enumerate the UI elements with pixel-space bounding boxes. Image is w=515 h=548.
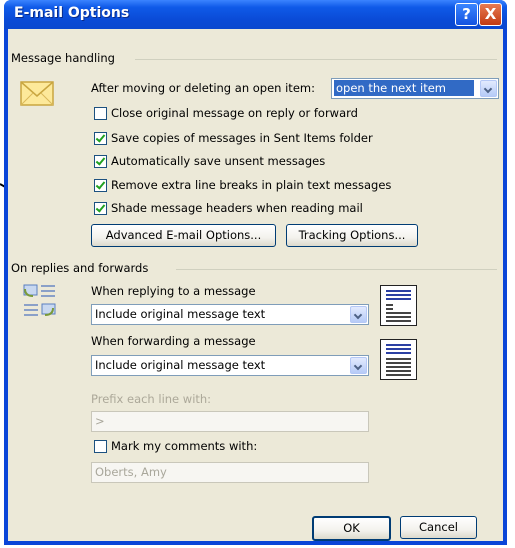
message-handling-divider xyxy=(135,59,497,60)
email-options-dialog: E-mail Options ? X Message handling Afte… xyxy=(4,0,507,545)
remove-line-breaks-checkbox[interactable] xyxy=(94,179,107,192)
prefix-input[interactable]: > xyxy=(91,411,369,432)
replying-value: Include original message text xyxy=(95,307,266,321)
help-button[interactable]: ? xyxy=(455,3,478,26)
cancel-button[interactable]: Cancel xyxy=(400,516,477,539)
tracking-options-button[interactable]: Tracking Options... xyxy=(286,224,418,247)
reply-preview-icon xyxy=(380,285,417,326)
replying-label: When replying to a message xyxy=(91,284,256,298)
ok-button[interactable]: OK xyxy=(312,516,391,541)
after-moving-select[interactable]: open the next item xyxy=(331,78,499,99)
message-handling-header: Message handling xyxy=(11,51,115,65)
close-original-checkbox[interactable] xyxy=(94,107,107,120)
auto-save-checkbox[interactable] xyxy=(94,155,107,168)
replies-divider xyxy=(176,269,497,270)
shade-headers-label: Shade message headers when reading mail xyxy=(111,201,363,215)
replying-select[interactable]: Include original message text xyxy=(91,304,369,325)
prefix-label: Prefix each line with: xyxy=(91,392,212,406)
auto-save-label: Automatically save unsent messages xyxy=(111,154,326,168)
mark-comments-value: Oberts, Amy xyxy=(95,465,167,479)
after-moving-value: open the next item xyxy=(334,80,474,96)
prefix-value: > xyxy=(95,414,105,428)
forwarding-select[interactable]: Include original message text xyxy=(91,355,369,376)
dialog-title: E-mail Options xyxy=(14,5,130,21)
save-copies-label: Save copies of messages in Sent Items fo… xyxy=(111,131,373,145)
replies-header: On replies and forwards xyxy=(11,261,149,275)
close-button[interactable]: X xyxy=(479,3,502,26)
title-bar: E-mail Options ? X xyxy=(4,0,507,29)
after-moving-label: After moving or deleting an open item: xyxy=(91,81,315,95)
dialog-client-area: Message handling After moving or deletin… xyxy=(8,29,503,541)
chevron-down-icon[interactable] xyxy=(350,357,367,374)
mark-comments-label: Mark my comments with: xyxy=(111,439,258,453)
save-copies-checkbox[interactable] xyxy=(94,132,107,145)
close-original-label: Close original message on reply or forwa… xyxy=(111,106,358,120)
forward-preview-icon xyxy=(380,339,417,380)
forwarding-label: When forwarding a message xyxy=(91,334,256,348)
reply-forward-icon xyxy=(23,284,56,316)
remove-line-breaks-label: Remove extra line breaks in plain text m… xyxy=(111,178,392,192)
chevron-down-icon[interactable] xyxy=(480,80,497,97)
shade-headers-checkbox[interactable] xyxy=(94,202,107,215)
mark-comments-input[interactable]: Oberts, Amy xyxy=(91,462,369,483)
advanced-email-options-button[interactable]: Advanced E-mail Options... xyxy=(91,224,276,247)
forwarding-value: Include original message text xyxy=(95,358,266,372)
envelope-icon xyxy=(20,81,54,106)
mark-comments-checkbox[interactable] xyxy=(94,440,107,453)
chevron-down-icon[interactable] xyxy=(350,306,367,323)
